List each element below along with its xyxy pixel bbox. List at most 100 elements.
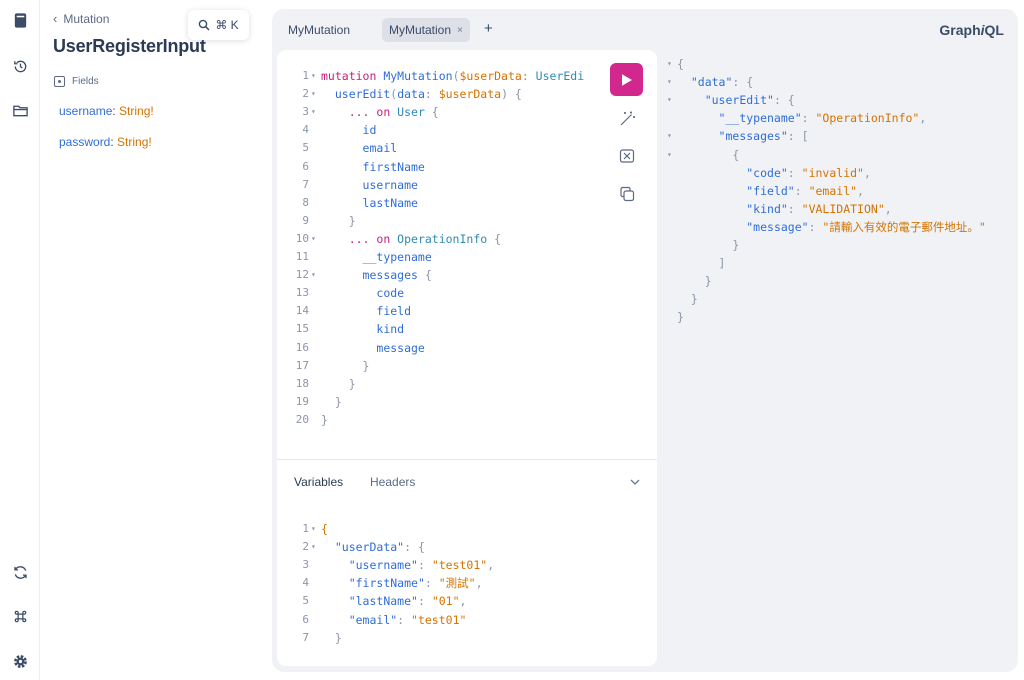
search-icon: [199, 19, 210, 31]
fold-arrow-icon[interactable]: ▾: [667, 73, 672, 91]
line-number: 13: [295, 286, 309, 300]
field-type[interactable]: String: [117, 135, 148, 149]
line-number: 7: [302, 177, 309, 191]
result-line: "data": {: [677, 73, 753, 91]
run-button[interactable]: [610, 63, 643, 96]
fold-arrow-icon[interactable]: ▾: [667, 55, 672, 73]
explorer-icon[interactable]: [6, 96, 34, 124]
merge-fragments-button[interactable]: [617, 146, 637, 166]
code-token: "data": [690, 75, 733, 90]
tab-headers[interactable]: Headers: [370, 475, 415, 489]
code-token: data: [397, 87, 425, 102]
play-icon: [622, 73, 632, 86]
code-token: : {: [732, 75, 754, 90]
sidebar-rail: [0, 0, 40, 680]
fold-arrow-icon[interactable]: ▾: [311, 230, 316, 248]
code-token: "userData": [334, 540, 405, 555]
field-row: username: String!: [59, 104, 154, 118]
code-token: }: [321, 213, 356, 228]
code-token: field: [376, 304, 412, 319]
code-token: :: [794, 183, 809, 198]
result-line: }: [677, 272, 712, 290]
code-line: kind: [321, 320, 404, 338]
add-tab-button[interactable]: +: [484, 20, 493, 37]
result-line: }: [677, 236, 739, 254]
tab-variables[interactable]: Variables: [294, 475, 343, 489]
code-token: ... on: [348, 231, 398, 246]
field-type[interactable]: String: [119, 104, 150, 118]
code-token: }: [321, 394, 342, 409]
prettify-icon: [620, 111, 635, 126]
code-token: }: [321, 358, 370, 373]
main-panel: MyMutation MyMutation × + GraphiQL 1 ▾ mut…: [272, 9, 1018, 672]
result-line: "__typename": "OperationInfo",: [677, 109, 927, 127]
code-token: : [: [787, 129, 809, 144]
result-line: "code": "invalid",: [677, 164, 871, 182]
code-token: id: [362, 123, 377, 138]
doc-explorer: ‹ Mutation UserRegisterInput Fields user…: [41, 0, 272, 680]
tab-mymutation-2[interactable]: MyMutation ×: [382, 18, 470, 42]
close-icon[interactable]: ×: [457, 25, 463, 36]
code-token: ,: [475, 576, 483, 591]
code-token: "username": [348, 558, 418, 573]
tab-label: MyMutation: [288, 23, 351, 37]
result-line: {: [677, 55, 684, 73]
fold-arrow-icon[interactable]: ▾: [311, 520, 316, 538]
shortcuts-icon[interactable]: [6, 602, 34, 630]
code-line: lastName: [321, 194, 418, 212]
fold-arrow-icon[interactable]: ▾: [311, 266, 316, 284]
back-to-mutation-link[interactable]: ‹ Mutation: [53, 11, 109, 26]
type-title: UserRegisterInput: [53, 36, 206, 56]
code-line: {: [321, 520, 328, 538]
search-button[interactable]: ⌘ K: [188, 10, 249, 40]
field-name[interactable]: username: [59, 104, 112, 118]
result-line: "userEdit": {: [677, 91, 795, 109]
code-token: "01": [431, 594, 460, 609]
copy-query-button[interactable]: [617, 184, 637, 204]
line-number: 4: [302, 123, 309, 137]
code-token: "test01": [411, 612, 467, 627]
fold-arrow-icon[interactable]: ▾: [667, 146, 672, 164]
fold-arrow-icon[interactable]: ▾: [311, 67, 316, 85]
code-token: "OperationInfo": [815, 111, 920, 126]
field-row: password: String!: [59, 135, 152, 149]
code-token: "invalid": [801, 165, 864, 180]
code-token: __typename: [362, 250, 432, 264]
code-line: "userData": {: [321, 538, 425, 556]
prettify-button[interactable]: [617, 109, 637, 129]
code-token: "kind": [746, 201, 788, 216]
result-line: "messages": [: [677, 127, 809, 145]
code-token: OperationInfo: [397, 231, 488, 246]
fold-arrow-icon[interactable]: ▾: [311, 85, 316, 103]
fold-arrow-icon[interactable]: ▾: [311, 538, 316, 556]
history-icon[interactable]: [6, 52, 34, 80]
result-line: }: [677, 290, 698, 308]
refetch-schema-icon[interactable]: [6, 558, 34, 586]
search-shortcut: ⌘ K: [215, 18, 239, 32]
code-token: {: [487, 231, 502, 246]
fold-arrow-icon[interactable]: ▾: [311, 103, 316, 121]
code-token: {: [424, 105, 439, 120]
tab-mymutation-1[interactable]: MyMutation: [281, 18, 357, 42]
docs-icon[interactable]: [6, 6, 34, 34]
fold-arrow-icon[interactable]: ▾: [667, 91, 672, 109]
field-name[interactable]: password: [59, 135, 110, 149]
code-token: kind: [376, 322, 405, 337]
code-token: code: [376, 286, 405, 301]
settings-icon[interactable]: [6, 647, 34, 675]
line-number: 2: [302, 540, 309, 554]
collapse-editor-tools-button[interactable]: [629, 475, 641, 493]
fold-arrow-icon[interactable]: ▾: [667, 127, 672, 145]
